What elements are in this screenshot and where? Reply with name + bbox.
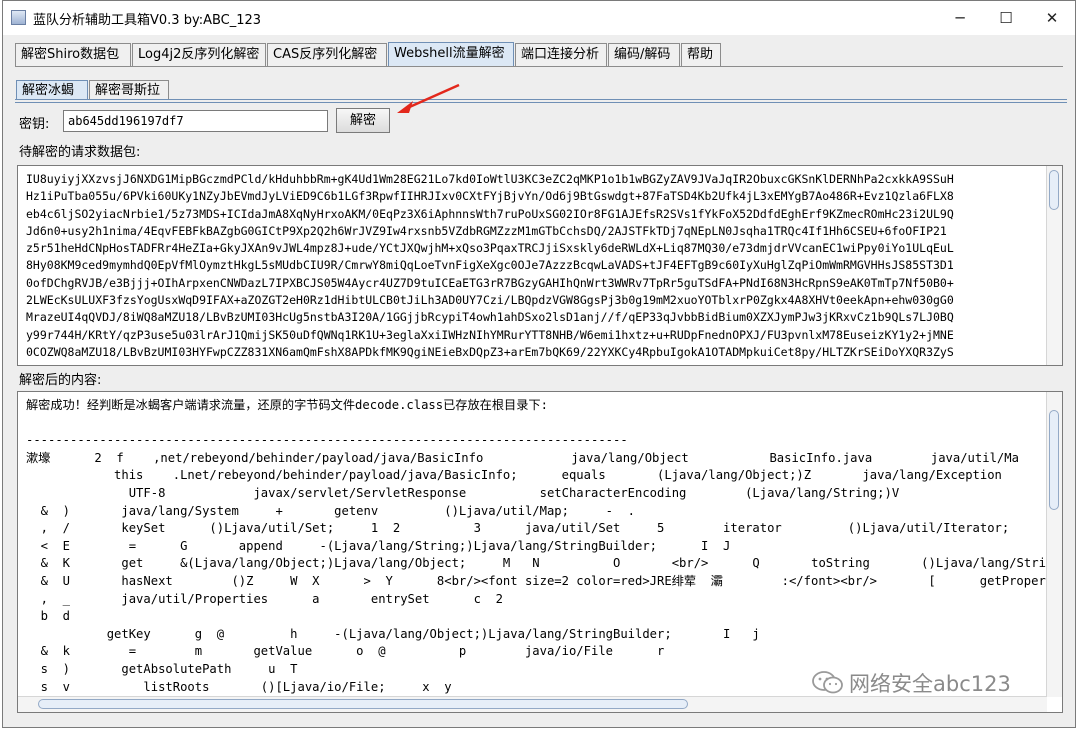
tab-encode-decode[interactable]: 编码/解码 [608, 43, 680, 66]
watermark-text: 网络安全abc123 [849, 672, 1011, 696]
request-vertical-scrollbar[interactable] [1046, 166, 1062, 365]
window-title: 蓝队分析辅助工具箱V0.3 by:ABC_123 [33, 13, 262, 28]
result-textarea[interactable]: 解密成功！经判断是冰蝎客户端请求流量，还原的字节码文件decode.class已… [17, 391, 1063, 713]
java-app-icon [11, 10, 26, 25]
key-input[interactable]: ab645dd196197df7 [63, 110, 328, 132]
tab-webshell[interactable]: Webshell流量解密 [388, 42, 514, 67]
minimize-button[interactable]: ─ [937, 1, 983, 35]
tab-divider [15, 66, 1063, 67]
result-label: 解密后的内容: [19, 373, 102, 388]
result-hscroll-thumb[interactable] [38, 699, 688, 709]
request-scroll-thumb[interactable] [1049, 170, 1059, 210]
decrypt-button[interactable]: 解密 [336, 108, 390, 133]
key-label: 密钥: [19, 117, 50, 132]
tab-log4j2[interactable]: Log4j2反序列化解密 [132, 43, 266, 66]
request-textarea[interactable]: IU8uyiyjXXzvsjJ6NXDG1MipBGczmdPCld/kHduh… [17, 165, 1063, 366]
result-vscroll-thumb[interactable] [1049, 410, 1059, 510]
tab-shiro[interactable]: 解密Shiro数据包 [15, 43, 131, 66]
tab-cas[interactable]: CAS反序列化解密 [267, 43, 387, 66]
subtab-godzilla[interactable]: 解密哥斯拉 [89, 80, 169, 100]
watermark: 网络安全abc123 [812, 668, 1011, 701]
subtab-divider [15, 99, 1067, 100]
maximize-button[interactable]: ☐ [983, 1, 1029, 35]
tab-help[interactable]: 帮助 [681, 43, 721, 66]
request-label: 待解密的请求数据包: [19, 145, 141, 160]
subtab-divider-2 [15, 102, 1067, 103]
subtab-behinder[interactable]: 解密冰蝎 [16, 80, 88, 100]
result-text: 解密成功！经判断是冰蝎客户端请求流量，还原的字节码文件decode.class已… [26, 398, 1063, 694]
title-bar: 蓝队分析辅助工具箱V0.3 by:ABC_123 ─ ☐ ✕ [3, 1, 1075, 35]
tab-port-analysis[interactable]: 端口连接分析 [515, 43, 607, 66]
result-vertical-scrollbar[interactable] [1046, 392, 1062, 697]
request-text: IU8uyiyjXXzvsjJ6NXDG1MipBGczmdPCld/kHduh… [26, 172, 954, 359]
red-arrow-annotation [397, 83, 460, 113]
app-window: 蓝队分析辅助工具箱V0.3 by:ABC_123 ─ ☐ ✕ 解密Shiro数据… [2, 0, 1076, 728]
close-button[interactable]: ✕ [1029, 1, 1075, 35]
wechat-icon [812, 670, 844, 701]
